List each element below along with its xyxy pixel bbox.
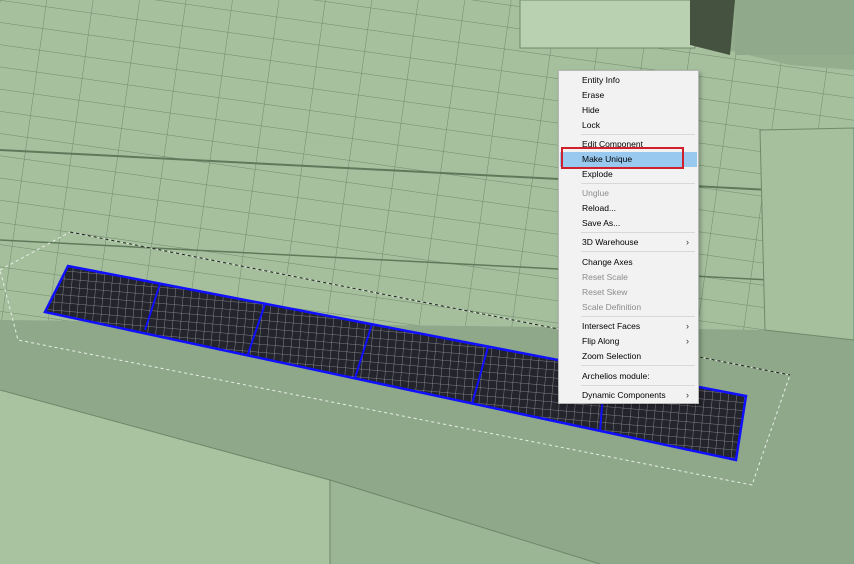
- menu-item-explode[interactable]: Explode: [560, 167, 697, 182]
- menu-item-label: Reset Skew: [582, 287, 628, 297]
- menu-separator: [581, 385, 695, 386]
- menu-item-label: Archelios module:: [582, 371, 650, 381]
- menu-separator: [581, 183, 695, 184]
- menu-item-3d-warehouse[interactable]: 3D Warehouse ›: [560, 235, 697, 250]
- chevron-right-icon: ›: [686, 321, 689, 331]
- menu-item-label: Edit Component: [582, 139, 643, 149]
- menu-item-unglue[interactable]: Unglue: [560, 186, 697, 201]
- chevron-right-icon: ›: [686, 237, 689, 247]
- model-viewport[interactable]: [0, 0, 854, 564]
- menu-item-reset-scale[interactable]: Reset Scale: [560, 270, 697, 285]
- building-block: [735, 0, 854, 55]
- menu-separator: [581, 232, 695, 233]
- context-menu: Entity Info Erase Hide Lock Edit Compone…: [558, 70, 699, 404]
- menu-item-edit-component[interactable]: Edit Component: [560, 137, 697, 152]
- menu-item-label: Hide: [582, 105, 600, 115]
- menu-separator: [581, 134, 695, 135]
- menu-item-label: 3D Warehouse: [582, 237, 639, 247]
- building-block: [519, 0, 696, 49]
- menu-item-flip-along[interactable]: Flip Along ›: [560, 334, 697, 349]
- menu-item-dynamic-components[interactable]: Dynamic Components ›: [560, 388, 697, 403]
- menu-item-label: Save As...: [582, 218, 621, 228]
- menu-item-save-as[interactable]: Save As...: [560, 216, 697, 231]
- chevron-right-icon: ›: [686, 390, 689, 400]
- menu-item-label: Erase: [582, 90, 605, 100]
- menu-item-erase[interactable]: Erase: [560, 88, 697, 103]
- chevron-right-icon: ›: [686, 336, 689, 346]
- menu-item-label: Change Axes: [582, 257, 633, 267]
- menu-item-label: Reload...: [582, 203, 617, 213]
- menu-item-label: Reset Scale: [582, 272, 628, 282]
- menu-item-label: Intersect Faces: [582, 321, 641, 331]
- menu-item-label: Explode: [582, 169, 613, 179]
- menu-item-entity-info[interactable]: Entity Info: [560, 73, 697, 88]
- menu-item-reset-skew[interactable]: Reset Skew: [560, 285, 697, 300]
- menu-item-label: Scale Definition: [582, 302, 642, 312]
- menu-item-label: Flip Along: [582, 336, 620, 346]
- building-face-right: [759, 127, 854, 341]
- menu-item-label: Unglue: [582, 188, 609, 198]
- menu-item-label: Lock: [582, 120, 600, 130]
- menu-item-intersect-faces[interactable]: Intersect Faces ›: [560, 319, 697, 334]
- menu-item-archelios-module[interactable]: Archelios module:: [560, 369, 697, 384]
- menu-item-hide[interactable]: Hide: [560, 103, 697, 118]
- menu-item-reload[interactable]: Reload...: [560, 201, 697, 216]
- menu-item-zoom-selection[interactable]: Zoom Selection: [560, 349, 697, 364]
- menu-separator: [581, 316, 695, 317]
- menu-item-label: Make Unique: [582, 154, 633, 164]
- menu-item-change-axes[interactable]: Change Axes: [560, 255, 697, 270]
- menu-separator: [581, 365, 695, 366]
- menu-item-label: Dynamic Components: [582, 390, 666, 400]
- menu-item-lock[interactable]: Lock: [560, 118, 697, 133]
- menu-item-label: Entity Info: [582, 75, 620, 85]
- menu-item-label: Zoom Selection: [582, 351, 642, 361]
- menu-item-scale-definition[interactable]: Scale Definition: [560, 300, 697, 315]
- menu-separator: [581, 251, 695, 252]
- menu-item-make-unique[interactable]: Make Unique: [560, 152, 697, 167]
